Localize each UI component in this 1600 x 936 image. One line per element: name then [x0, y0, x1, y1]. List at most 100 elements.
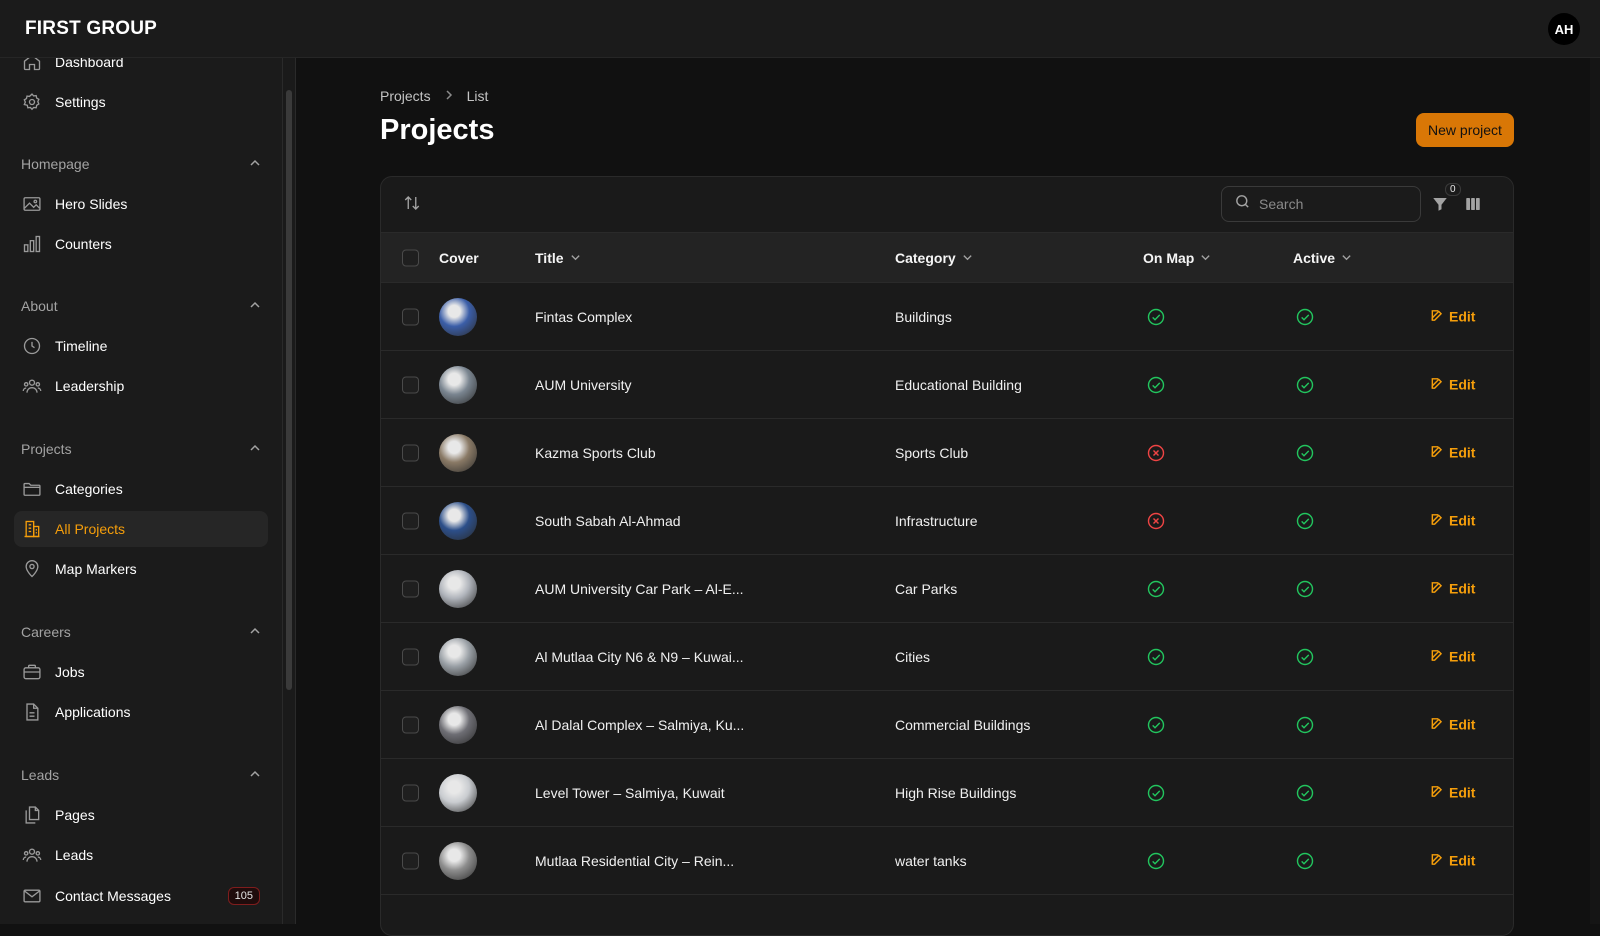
edit-icon	[1430, 512, 1444, 529]
column-title[interactable]: Title	[535, 250, 581, 266]
group-careers[interactable]: Careers	[21, 624, 261, 640]
check-circle-icon	[1295, 851, 1315, 871]
check-circle-icon	[1146, 851, 1166, 871]
sidebar-item-map-markers[interactable]: Map Markers	[14, 551, 268, 587]
project-category: Car Parks	[895, 580, 958, 597]
chevron-down-icon	[570, 250, 581, 266]
main-scrollbar[interactable]	[1590, 58, 1600, 924]
edit-button[interactable]: Edit	[1430, 580, 1475, 597]
sidebar-item-contact-messages[interactable]: Contact Messages 105	[14, 878, 268, 914]
column-active[interactable]: Active	[1293, 250, 1352, 266]
group-leads[interactable]: Leads	[21, 767, 261, 783]
check-circle-icon	[1146, 307, 1166, 327]
cover-thumbnail	[439, 433, 477, 472]
group-projects[interactable]: Projects	[21, 441, 261, 457]
row-checkbox[interactable]	[402, 512, 419, 529]
search-box[interactable]	[1221, 186, 1421, 222]
edit-button[interactable]: Edit	[1430, 512, 1475, 529]
project-category: Sports Club	[895, 444, 969, 461]
edit-button[interactable]: Edit	[1430, 308, 1475, 325]
edit-button[interactable]: Edit	[1430, 444, 1475, 461]
column-on-map[interactable]: On Map	[1143, 250, 1211, 266]
row-checkbox[interactable]	[402, 648, 419, 665]
edit-button[interactable]: Edit	[1430, 784, 1475, 801]
brand-logo[interactable]: FIRST GROUP	[25, 18, 157, 40]
new-project-button[interactable]: New project	[1416, 113, 1514, 147]
row-checkbox[interactable]	[402, 852, 419, 869]
edit-icon	[1430, 716, 1444, 733]
table-row[interactable]: AUM University Educational Building Edit	[381, 351, 1513, 419]
cover-thumbnail	[439, 569, 477, 608]
table-row[interactable]: AUM University Car Park – Al-E... Car Par…	[381, 555, 1513, 623]
project-title: Al Dalal Complex – Salmiya, Ku...	[535, 716, 745, 733]
sidebar-item-jobs[interactable]: Jobs	[14, 654, 268, 690]
table-row[interactable]: Al Dalal Complex – Salmiya, Ku... Commerc…	[381, 691, 1513, 759]
map-pin-icon	[22, 559, 42, 579]
row-checkbox[interactable]	[402, 376, 419, 393]
row-checkbox[interactable]	[402, 716, 419, 733]
column-category[interactable]: Category	[895, 250, 973, 266]
top-bar: FIRST GROUP AH	[0, 0, 1600, 58]
edit-icon	[1430, 444, 1444, 461]
project-category: Commercial Buildings	[895, 716, 1031, 733]
row-checkbox[interactable]	[402, 444, 419, 461]
project-category: Educational Building	[895, 376, 1022, 393]
group-about[interactable]: About	[21, 298, 261, 314]
table-row[interactable]: Mutlaa Residential City – Rein... water t…	[381, 827, 1513, 895]
check-circle-icon	[1295, 647, 1315, 667]
project-title: Al Mutlaa City N6 & N9 – Kuwai...	[535, 648, 744, 665]
sidebar: Dashboard Settings Homepage Hero Slides …	[0, 58, 282, 924]
project-category: Cities	[895, 648, 931, 665]
chevron-down-icon	[1341, 250, 1352, 266]
select-all-checkbox[interactable]	[402, 249, 419, 266]
project-title: Fintas Complex	[535, 308, 633, 325]
row-checkbox[interactable]	[402, 784, 419, 801]
edit-icon	[1430, 376, 1444, 393]
check-circle-icon	[1295, 443, 1315, 463]
breadcrumb-current: List	[466, 88, 489, 104]
table-row[interactable]: Al Mutlaa City N6 & N9 – Kuwai... Cities E…	[381, 623, 1513, 691]
edit-button[interactable]: Edit	[1430, 716, 1475, 733]
breadcrumb-projects[interactable]: Projects	[380, 88, 431, 104]
sidebar-item-applications[interactable]: Applications	[14, 694, 268, 730]
sidebar-item-counters[interactable]: Counters	[14, 226, 268, 262]
chevron-right-icon	[443, 88, 455, 104]
edit-button[interactable]: Edit	[1430, 648, 1475, 665]
user-avatar[interactable]: AH	[1548, 13, 1580, 45]
clock-icon	[22, 336, 42, 356]
sidebar-item-pages[interactable]: Pages	[14, 797, 268, 833]
row-checkbox[interactable]	[402, 308, 419, 325]
sidebar-item-label: Settings	[55, 94, 106, 110]
check-circle-icon	[1295, 579, 1315, 599]
table-row[interactable]: Level Tower – Salmiya, Kuwait High Rise B…	[381, 759, 1513, 827]
sidebar-item-leads[interactable]: Leads	[14, 837, 268, 873]
sidebar-item-categories[interactable]: Categories	[14, 471, 268, 507]
filter-icon[interactable]	[1431, 195, 1449, 218]
row-checkbox[interactable]	[402, 580, 419, 597]
check-circle-icon	[1295, 375, 1315, 395]
sidebar-item-dashboard[interactable]: Dashboard	[14, 58, 268, 80]
scrollbar-thumb[interactable]	[286, 90, 292, 690]
check-circle-icon	[1146, 375, 1166, 395]
sidebar-scrollbar[interactable]	[282, 58, 296, 924]
edit-button[interactable]: Edit	[1430, 376, 1475, 393]
sidebar-item-leadership[interactable]: Leadership	[14, 368, 268, 404]
table-row[interactable]: Fintas Complex Buildings Edit	[381, 283, 1513, 351]
search-input[interactable]	[1259, 196, 1409, 212]
check-circle-icon	[1146, 715, 1166, 735]
sort-icon[interactable]	[403, 194, 421, 217]
table-row[interactable]: South Sabah Al-Ahmad Infrastructure Edit	[381, 487, 1513, 555]
project-title: AUM University	[535, 376, 632, 393]
group-homepage[interactable]: Homepage	[21, 156, 261, 172]
edit-button[interactable]: Edit	[1430, 852, 1475, 869]
columns-icon[interactable]	[1464, 195, 1482, 218]
sidebar-item-settings[interactable]: Settings	[14, 84, 268, 120]
building-icon	[22, 519, 42, 539]
sidebar-item-hero-slides[interactable]: Hero Slides	[14, 186, 268, 222]
sidebar-item-timeline[interactable]: Timeline	[14, 328, 268, 364]
sidebar-item-all-projects[interactable]: All Projects	[14, 511, 268, 547]
projects-table: 0 Cover Title Category On Map Active Fin…	[380, 176, 1514, 936]
filter-count-badge: 0	[1445, 183, 1461, 196]
edit-icon	[1430, 648, 1444, 665]
table-row[interactable]: Kazma Sports Club Sports Club Edit	[381, 419, 1513, 487]
